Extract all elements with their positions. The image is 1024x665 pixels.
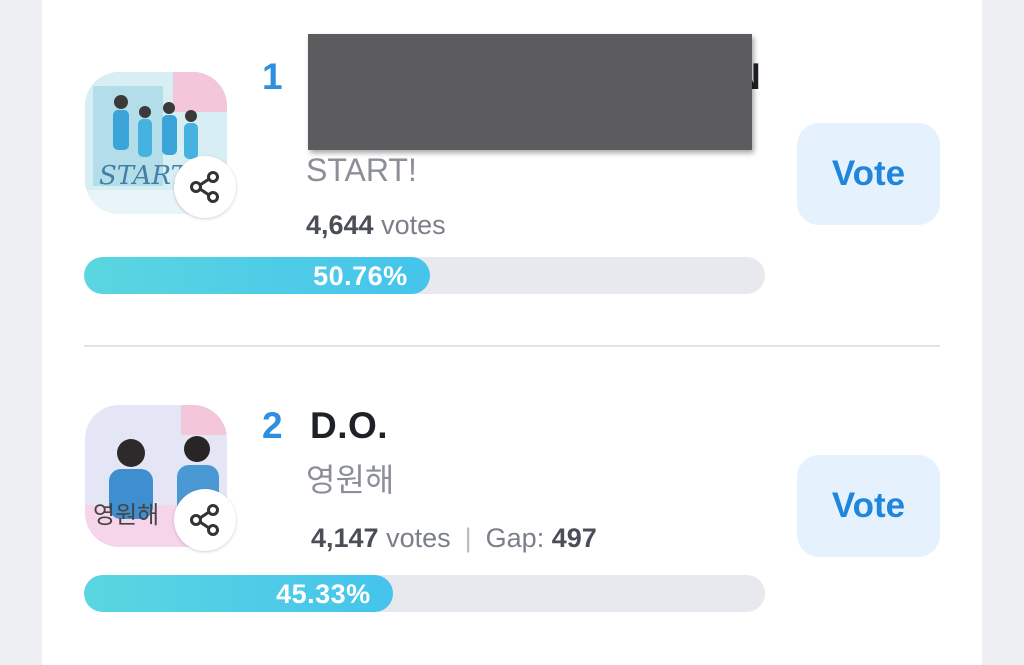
vote-share-fill: 45.33% — [84, 575, 393, 612]
ranking-entry-2: 영원해 2 D.O. 영원해 4,147 votes | Gap: 497 45.3… — [42, 347, 982, 665]
vote-ranking-card: START 1 N START! 4,644 votes 50.76% Vote — [42, 0, 982, 665]
song-title: 영원해 — [306, 462, 395, 498]
vote-share-percent: 45.33% — [276, 579, 371, 609]
separator: | — [464, 523, 472, 553]
redaction-box — [308, 34, 752, 150]
share-icon — [190, 171, 219, 203]
vote-count-label: votes — [386, 523, 451, 553]
gap-value: 497 — [551, 523, 597, 553]
vote-button[interactable]: Vote — [797, 455, 940, 557]
rank-number: 2 — [262, 405, 283, 446]
vote-button[interactable]: Vote — [797, 123, 940, 225]
vote-count-number: 4,147 — [311, 523, 379, 553]
vote-share-bar: 45.33% — [84, 575, 765, 612]
gap-label: Gap: — [485, 523, 545, 553]
vote-count: 4,644 votes — [306, 210, 446, 241]
artist-name: D.O. — [310, 405, 389, 446]
share-button[interactable] — [174, 156, 236, 218]
song-title: START! — [306, 152, 417, 188]
share-button[interactable] — [174, 489, 236, 551]
vote-count-number: 4,644 — [306, 210, 374, 240]
svg-text:영원해: 영원해 — [93, 501, 159, 529]
vote-share-fill: 50.76% — [84, 257, 430, 294]
ranking-entry-1: START 1 N START! 4,644 votes 50.76% Vote — [42, 0, 982, 345]
vote-share-bar: 50.76% — [84, 257, 765, 294]
vote-share-percent: 50.76% — [313, 261, 408, 291]
vote-count-label: votes — [381, 210, 446, 240]
rank-number: 1 — [262, 56, 283, 97]
share-icon — [190, 504, 219, 536]
vote-count: 4,147 votes | Gap: 497 — [311, 523, 597, 554]
